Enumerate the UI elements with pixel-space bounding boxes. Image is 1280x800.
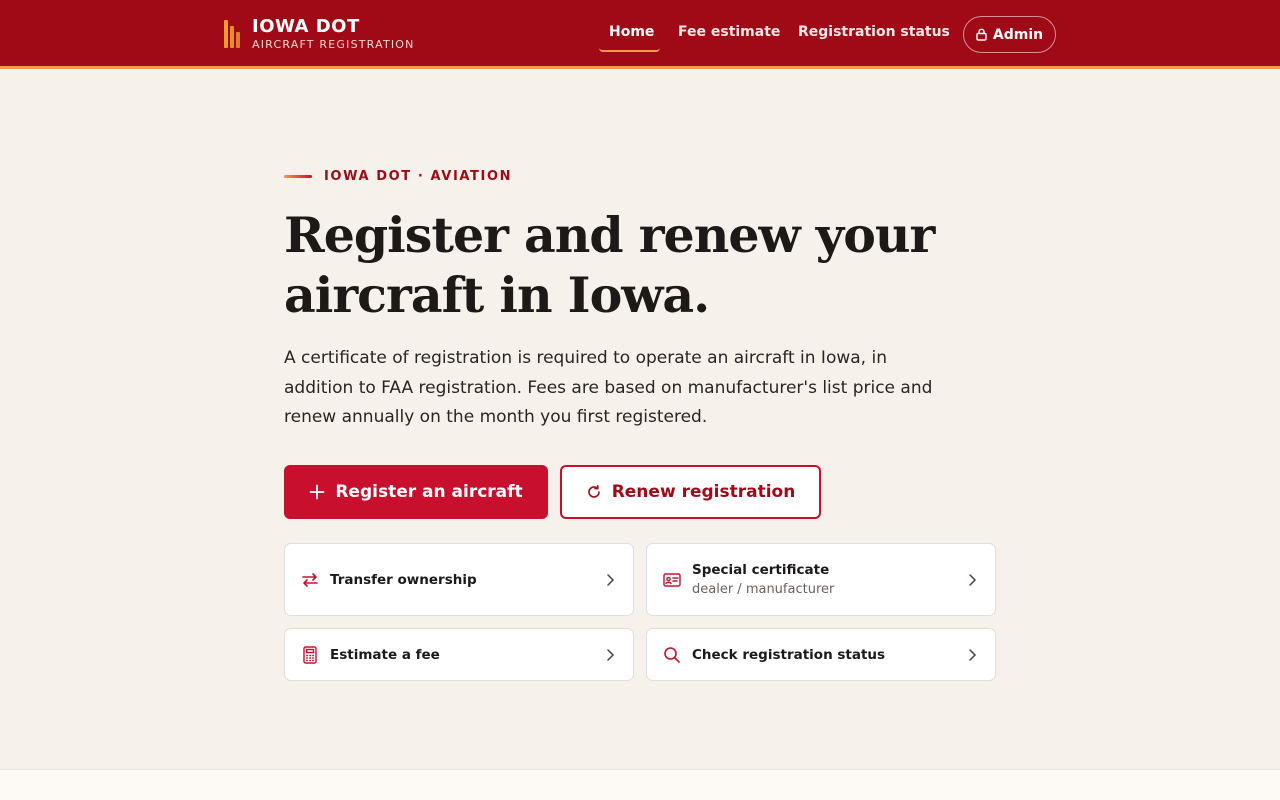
card-title: Estimate a fee bbox=[330, 646, 440, 663]
card-special-certificate[interactable]: Special certificate dealer / manufacture… bbox=[646, 543, 996, 616]
logo-bars-icon bbox=[224, 17, 244, 48]
card-title: Check registration status bbox=[692, 646, 886, 663]
brand-title: IOWA DOT bbox=[252, 16, 360, 37]
search-icon bbox=[664, 646, 680, 663]
calculator-icon bbox=[303, 645, 317, 664]
eyebrow-text: IOWA DOT · AVIATION bbox=[324, 169, 513, 184]
card-title: Transfer ownership bbox=[330, 571, 477, 588]
card-check-status[interactable]: Check registration status bbox=[646, 628, 996, 681]
id-card-icon bbox=[663, 572, 681, 587]
nav-home[interactable]: Home bbox=[609, 24, 654, 40]
swap-arrows-icon bbox=[302, 572, 318, 587]
renew-registration-label: Renew registration bbox=[611, 482, 796, 502]
nav-fee-estimate[interactable]: Fee estimate bbox=[678, 24, 780, 40]
eyebrow-accent-line bbox=[284, 175, 312, 178]
title-line-1: Register and renew your bbox=[284, 206, 935, 264]
refresh-icon bbox=[587, 485, 600, 498]
brand-logo[interactable]: IOWA DOT AIRCRAFT REGISTRATION bbox=[224, 17, 415, 52]
card-subtitle: dealer / manufacturer bbox=[692, 582, 835, 597]
admin-label: Admin bbox=[992, 26, 1044, 43]
title-line-2: aircraft in Iowa. bbox=[284, 266, 710, 324]
eyebrow: IOWA DOT · AVIATION bbox=[284, 169, 512, 184]
site-header: IOWA DOT AIRCRAFT REGISTRATION Home Fee … bbox=[0, 0, 1280, 69]
chevron-right-icon bbox=[969, 573, 977, 586]
register-aircraft-button[interactable]: Register an aircraft bbox=[284, 465, 548, 519]
brand-text: IOWA DOT AIRCRAFT REGISTRATION bbox=[252, 17, 415, 52]
admin-button[interactable]: Admin bbox=[963, 16, 1056, 53]
lead-paragraph: A certificate of registration is require… bbox=[284, 348, 933, 427]
nav-active-indicator bbox=[599, 48, 660, 52]
chevron-right-icon bbox=[969, 648, 977, 661]
plus-icon bbox=[309, 484, 325, 500]
renew-registration-button[interactable]: Renew registration bbox=[560, 465, 821, 519]
nav-registration-status[interactable]: Registration status bbox=[798, 24, 950, 40]
footer-band bbox=[0, 769, 1280, 800]
card-estimate-fee[interactable]: Estimate a fee bbox=[284, 628, 634, 681]
card-transfer-ownership[interactable]: Transfer ownership bbox=[284, 543, 634, 616]
chevron-right-icon bbox=[607, 573, 615, 586]
lock-icon bbox=[976, 28, 987, 41]
card-title: Special certificate bbox=[692, 562, 830, 578]
brand-subtitle: AIRCRAFT REGISTRATION bbox=[252, 38, 415, 51]
page-title: Register and renew your aircraft in Iowa… bbox=[284, 205, 984, 325]
register-aircraft-label: Register an aircraft bbox=[335, 482, 523, 502]
chevron-right-icon bbox=[607, 648, 615, 661]
